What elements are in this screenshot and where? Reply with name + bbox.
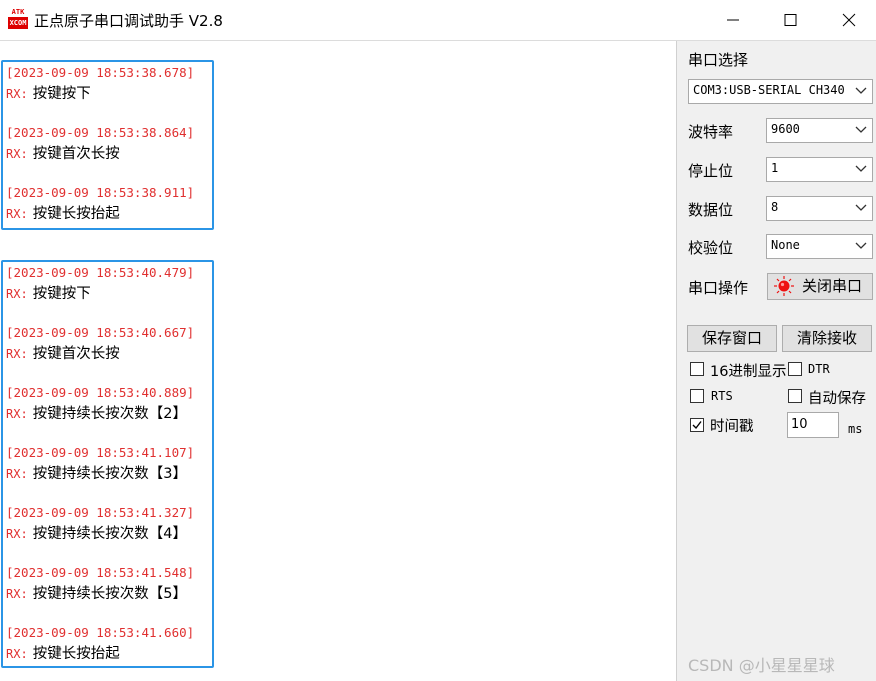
chevron-down-icon [855,204,867,211]
timestamp-checkbox[interactable] [690,418,704,432]
receive-text-area[interactable]: [2023-09-09 18:53:38.678] RX: 按键按下 [2023… [0,41,677,681]
rx-message: 按键持续长按次数【3】 [32,466,188,482]
window-title: 正点原子串口调试助手 V2.8 [34,12,223,30]
data-bits-label: 数据位 [688,201,734,219]
settings-panel: 串口选择 COM3:USB-SERIAL CH340 波特率 9600 停止位 … [677,41,876,681]
rx-tag: RX: [6,287,28,301]
app-logo-top-text: ATK [11,8,25,16]
baud-rate-value: 9600 [771,122,800,136]
rx-entry: [2023-09-09 18:53:41.327] RX: 按键持续长按次数【4… [6,503,194,543]
rx-tag: RX: [6,147,28,161]
rx-message: 按键按下 [32,86,91,102]
checkmark-icon [692,421,702,430]
rx-message: 按键首次长按 [32,146,120,162]
rx-tag: RX: [6,467,28,481]
minimize-icon [727,19,739,21]
watermark: CSDN @小星星星球 [688,656,835,675]
data-bits-select[interactable]: 8 [766,196,873,221]
rx-entry: [2023-09-09 18:53:38.678] RX: 按键按下 [6,63,194,103]
data-bits-value: 8 [771,200,779,214]
close-port-label: 关闭串口 [802,277,863,295]
chevron-down-icon [855,87,867,94]
stop-bits-value: 1 [771,161,779,175]
rx-tag: RX: [6,407,28,421]
rx-entry: [2023-09-09 18:53:38.864] RX: 按键首次长按 [6,123,194,163]
dtr-checkbox[interactable] [788,362,802,376]
rx-message: 按键持续长按次数【4】 [32,526,188,542]
app-logo-bottom-text: XCOM [8,17,28,29]
rx-timestamp: [2023-09-09 18:53:41.107] [6,445,195,460]
parity-value: None [771,238,800,252]
rx-entry: [2023-09-09 18:53:41.548] RX: 按键持续长按次数【5… [6,563,194,603]
rx-entry: [2023-09-09 18:53:40.479] RX: 按键按下 [6,263,194,303]
rx-timestamp: [2023-09-09 18:53:41.660] [6,625,195,640]
rx-message: 按键持续长按次数【2】 [32,406,188,422]
rx-message: 按键持续长按次数【5】 [32,586,188,602]
stop-bits-select[interactable]: 1 [766,157,873,182]
rx-message: 按键首次长按 [32,346,120,362]
ms-unit-label: ms [848,422,863,436]
close-port-button[interactable]: 关闭串口 [767,273,873,300]
rx-entry: [2023-09-09 18:53:40.889] RX: 按键持续长按次数【2… [6,383,194,423]
auto-save-label: 自动保存 [808,391,866,407]
save-window-button[interactable]: 保存窗口 [687,325,777,352]
highlight-box-group-2: [2023-09-09 18:53:40.479] RX: 按键按下 [2023… [1,260,214,668]
rx-tag: RX: [6,587,28,601]
timestamp-interval-input[interactable]: 10 [787,412,839,438]
rx-timestamp: [2023-09-09 18:53:38.911] [6,185,195,200]
chevron-down-icon [855,242,867,249]
port-select-label: 串口选择 [688,51,749,69]
rx-entry: [2023-09-09 18:53:40.667] RX: 按键首次长按 [6,323,194,363]
rx-timestamp: [2023-09-09 18:53:40.667] [6,325,195,340]
baud-rate-select[interactable]: 9600 [766,118,873,143]
clear-receive-button[interactable]: 清除接收 [782,325,872,352]
title-bar: ATK XCOM 正点原子串口调试助手 V2.8 [0,0,876,41]
rx-timestamp: [2023-09-09 18:53:41.548] [6,565,195,580]
chevron-down-icon [855,126,867,133]
rx-timestamp: [2023-09-09 18:53:41.327] [6,505,195,520]
close-button[interactable] [822,0,876,40]
rx-tag: RX: [6,527,28,541]
close-icon [842,13,856,27]
rx-timestamp: [2023-09-09 18:53:40.889] [6,385,195,400]
rts-label: RTS [711,389,733,403]
timestamp-label: 时间戳 [710,419,754,435]
rx-entry: [2023-09-09 18:53:41.107] RX: 按键持续长按次数【3… [6,443,194,483]
maximize-button[interactable] [763,0,817,40]
hex-display-checkbox[interactable] [690,362,704,376]
hex-display-label: 16进制显示 [710,364,787,380]
rx-message: 按键长按抬起 [32,206,120,222]
rx-timestamp: [2023-09-09 18:53:38.678] [6,65,195,80]
port-select[interactable]: COM3:USB-SERIAL CH340 [688,79,873,104]
auto-save-checkbox[interactable] [788,389,802,403]
parity-label: 校验位 [688,239,734,257]
rts-checkbox[interactable] [690,389,704,403]
rx-tag: RX: [6,207,28,221]
parity-select[interactable]: None [766,234,873,259]
highlight-box-group-1: [2023-09-09 18:53:38.678] RX: 按键按下 [2023… [1,60,214,230]
port-select-value: COM3:USB-SERIAL CH340 [693,83,845,97]
chevron-down-icon [855,165,867,172]
rx-timestamp: [2023-09-09 18:53:38.864] [6,125,195,140]
rx-entry: [2023-09-09 18:53:38.911] RX: 按键长按抬起 [6,183,194,223]
rx-entry: [2023-09-09 18:53:41.660] RX: 按键长按抬起 [6,623,194,663]
baud-rate-label: 波特率 [688,123,734,141]
port-operation-label: 串口操作 [688,279,749,297]
minimize-button[interactable] [706,0,760,40]
dtr-label: DTR [808,362,830,376]
rx-timestamp: [2023-09-09 18:53:40.479] [6,265,195,280]
maximize-icon [784,14,797,26]
rx-tag: RX: [6,647,28,661]
app-logo-icon: ATK XCOM [7,8,29,30]
rx-message: 按键长按抬起 [32,646,120,662]
rx-tag: RX: [6,347,28,361]
rx-tag: RX: [6,87,28,101]
rx-message: 按键按下 [32,286,91,302]
stop-bits-label: 停止位 [688,162,734,180]
status-led-icon [774,276,794,296]
